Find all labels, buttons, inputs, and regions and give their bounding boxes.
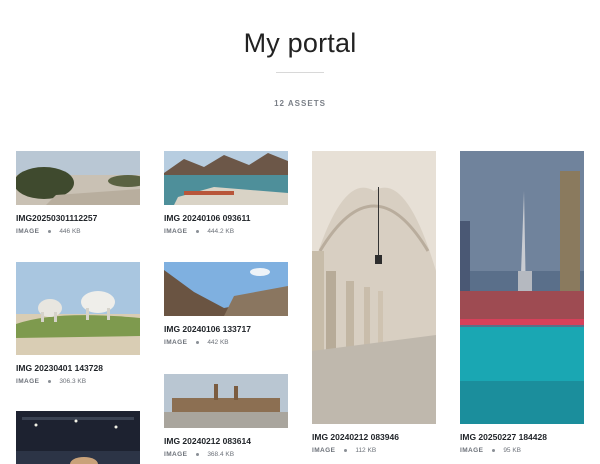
asset-size: 112 KB bbox=[355, 447, 377, 454]
asset-meta: IMAGE 444.2 KB bbox=[164, 228, 288, 235]
asset-type: IMAGE bbox=[16, 228, 40, 235]
asset-meta: IMAGE 112 KB bbox=[312, 447, 436, 454]
asset-card[interactable] bbox=[16, 411, 140, 464]
asset-card[interactable]: IMG 20230401 143728 IMAGE 306.3 KB bbox=[16, 262, 140, 385]
asset-size: 368.4 KB bbox=[207, 451, 235, 458]
separator-dot bbox=[492, 449, 496, 452]
asset-card[interactable]: IMG 20240106 133717 IMAGE 442 KB bbox=[164, 262, 288, 346]
asset-type: IMAGE bbox=[164, 339, 188, 346]
asset-size: 306.3 KB bbox=[59, 378, 87, 385]
asset-meta: IMAGE 442 KB bbox=[164, 339, 288, 346]
separator-dot bbox=[196, 341, 200, 344]
asset-name: IMG 20240212 083614 bbox=[164, 436, 251, 446]
asset-count: 12 ASSETS bbox=[274, 99, 326, 108]
asset-thumbnail[interactable] bbox=[164, 151, 288, 205]
asset-meta: IMAGE 306.3 KB bbox=[16, 378, 140, 385]
asset-type: IMAGE bbox=[312, 447, 336, 454]
asset-name: IMG20250301112257 bbox=[16, 213, 98, 223]
separator-dot bbox=[196, 230, 200, 233]
asset-card[interactable]: IMG20250301112257 IMAGE 446 KB bbox=[16, 151, 140, 235]
separator-dot bbox=[48, 230, 52, 233]
separator-dot bbox=[196, 453, 200, 456]
asset-name: IMG 20230401 143728 bbox=[16, 363, 103, 373]
asset-type: IMAGE bbox=[460, 447, 484, 454]
asset-card[interactable]: IMG 20240212 083946 IMAGE 112 KB bbox=[312, 151, 436, 454]
asset-thumbnail[interactable] bbox=[460, 151, 584, 424]
asset-name: IMG 20240106 133717 bbox=[164, 324, 251, 334]
page-title: My portal bbox=[243, 28, 357, 58]
asset-type: IMAGE bbox=[164, 451, 188, 458]
asset-thumbnail[interactable] bbox=[164, 262, 288, 316]
asset-size: 446 KB bbox=[59, 228, 81, 235]
asset-type: IMAGE bbox=[16, 378, 40, 385]
asset-card[interactable]: IMG 20240212 083614 IMAGE 368.4 KB bbox=[164, 374, 288, 458]
title-divider bbox=[276, 72, 324, 73]
separator-dot bbox=[344, 449, 348, 452]
asset-size: 442 KB bbox=[207, 339, 229, 346]
asset-thumbnail[interactable] bbox=[16, 411, 140, 464]
asset-type: IMAGE bbox=[164, 228, 188, 235]
asset-thumbnail[interactable] bbox=[16, 151, 140, 205]
asset-thumbnail[interactable] bbox=[164, 374, 288, 428]
asset-name: IMG 20250227 184428 bbox=[460, 432, 547, 442]
asset-card[interactable]: IMG 20250227 184428 IMAGE 95 KB bbox=[460, 151, 584, 454]
asset-meta: IMAGE 368.4 KB bbox=[164, 451, 288, 458]
asset-thumbnail[interactable] bbox=[312, 151, 436, 424]
asset-name: IMG 20240106 093611 bbox=[164, 213, 251, 223]
asset-meta: IMAGE 95 KB bbox=[460, 447, 584, 454]
asset-name: IMG 20240212 083946 bbox=[312, 432, 399, 442]
asset-size: 95 KB bbox=[503, 447, 522, 454]
asset-size: 444.2 KB bbox=[207, 228, 235, 235]
asset-meta: IMAGE 446 KB bbox=[16, 228, 140, 235]
asset-thumbnail[interactable] bbox=[16, 262, 140, 355]
asset-card[interactable]: IMG 20240106 093611 IMAGE 444.2 KB bbox=[164, 151, 288, 235]
separator-dot bbox=[48, 380, 52, 383]
